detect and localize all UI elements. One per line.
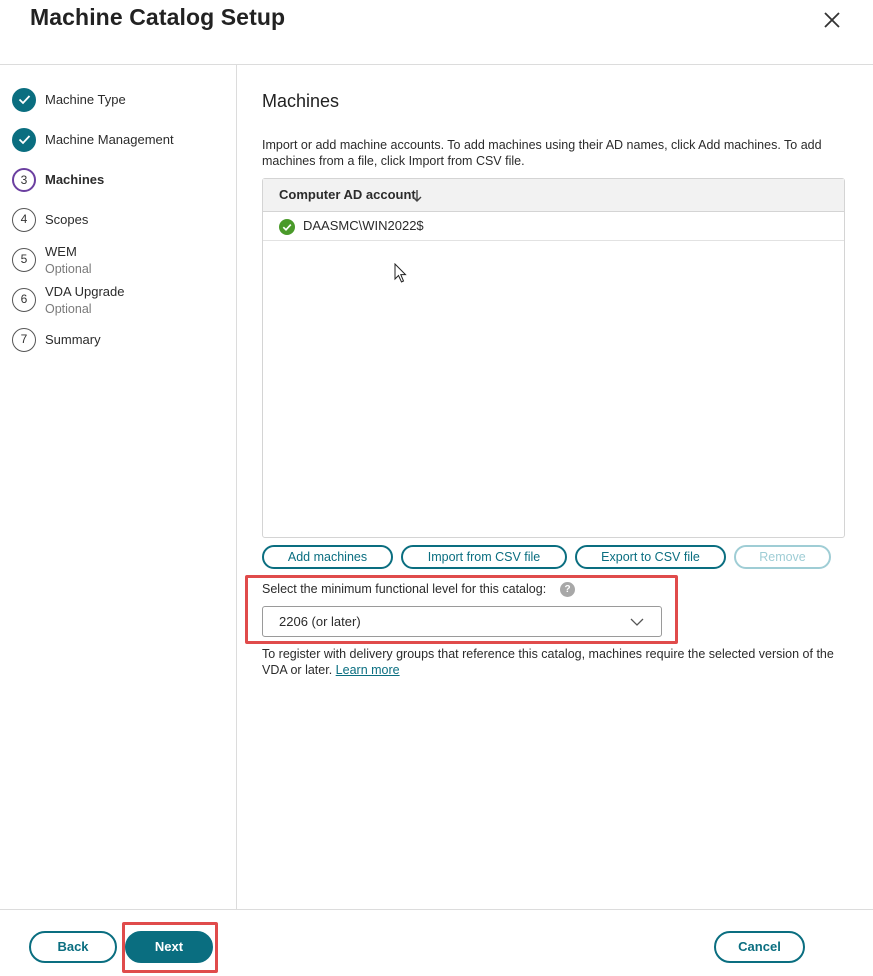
- main-panel: Machines Import or add machine accounts.…: [238, 65, 873, 909]
- step-machines[interactable]: 3 Machines: [12, 168, 232, 208]
- step-vda-upgrade[interactable]: 6 VDA Upgrade Optional: [12, 284, 232, 328]
- help-icon[interactable]: ?: [560, 582, 575, 597]
- selected-functional-level: 2206 (or later): [279, 614, 361, 629]
- checkmark-icon: [12, 88, 36, 112]
- dialog-footer: Back Next Cancel: [0, 909, 873, 976]
- step-label: Machines: [45, 172, 105, 187]
- checkmark-icon: [12, 128, 36, 152]
- step-summary[interactable]: 7 Summary: [12, 328, 232, 368]
- table-row[interactable]: DAASMC\WIN2022$: [263, 212, 844, 241]
- step-optional-label: Optional: [45, 262, 92, 276]
- intro-text: Import or add machine accounts. To add m…: [262, 138, 822, 168]
- step-wem[interactable]: 5 WEM Optional: [12, 244, 232, 288]
- import-csv-button[interactable]: Import from CSV file: [401, 545, 567, 569]
- step-number: 3: [12, 168, 36, 192]
- step-number: 4: [12, 208, 36, 232]
- column-header-computer-ad-account[interactable]: Computer AD account: [279, 187, 416, 202]
- mouse-cursor-icon: [394, 263, 407, 283]
- step-number: 5: [12, 248, 36, 272]
- learn-more-link[interactable]: Learn more: [336, 663, 400, 677]
- section-title: Machines: [262, 91, 340, 111]
- functional-level-label: Select the minimum functional level for …: [262, 582, 547, 596]
- table-header[interactable]: Computer AD account: [263, 179, 844, 212]
- step-number: 7: [12, 328, 36, 352]
- wizard-steps: Machine Type Machine Management 3 Machin…: [0, 65, 237, 909]
- step-machine-type[interactable]: Machine Type: [12, 88, 232, 128]
- dialog-header: Machine Catalog Setup: [0, 0, 873, 65]
- step-label: VDA Upgrade: [45, 284, 125, 299]
- close-icon[interactable]: [820, 8, 844, 32]
- step-label: WEM: [45, 244, 77, 259]
- cancel-button[interactable]: Cancel: [714, 931, 805, 963]
- step-label: Scopes: [45, 212, 89, 227]
- registration-note: To register with delivery groups that re…: [262, 646, 852, 678]
- computer-account-cell: DAASMC\WIN2022$: [303, 218, 424, 233]
- export-csv-button[interactable]: Export to CSV file: [575, 545, 726, 569]
- step-optional-label: Optional: [45, 302, 92, 316]
- chevron-down-icon: [630, 618, 644, 626]
- remove-button[interactable]: Remove: [734, 545, 831, 569]
- functional-level-select[interactable]: 2206 (or later): [262, 606, 662, 637]
- step-label: Machine Type: [45, 92, 126, 107]
- dialog-title: Machine Catalog Setup: [30, 4, 286, 30]
- step-label: Summary: [45, 332, 101, 347]
- success-check-icon: [279, 219, 295, 235]
- step-number: 6: [12, 288, 36, 312]
- add-machines-button[interactable]: Add machines: [262, 545, 393, 569]
- machines-table: Computer AD account DAASMC\WIN2022$: [262, 178, 845, 538]
- sort-down-arrow-icon[interactable]: [411, 189, 423, 203]
- step-machine-management[interactable]: Machine Management: [12, 128, 232, 168]
- step-scopes[interactable]: 4 Scopes: [12, 208, 232, 248]
- step-label: Machine Management: [45, 132, 174, 147]
- back-button[interactable]: Back: [29, 931, 117, 963]
- next-button[interactable]: Next: [125, 931, 213, 963]
